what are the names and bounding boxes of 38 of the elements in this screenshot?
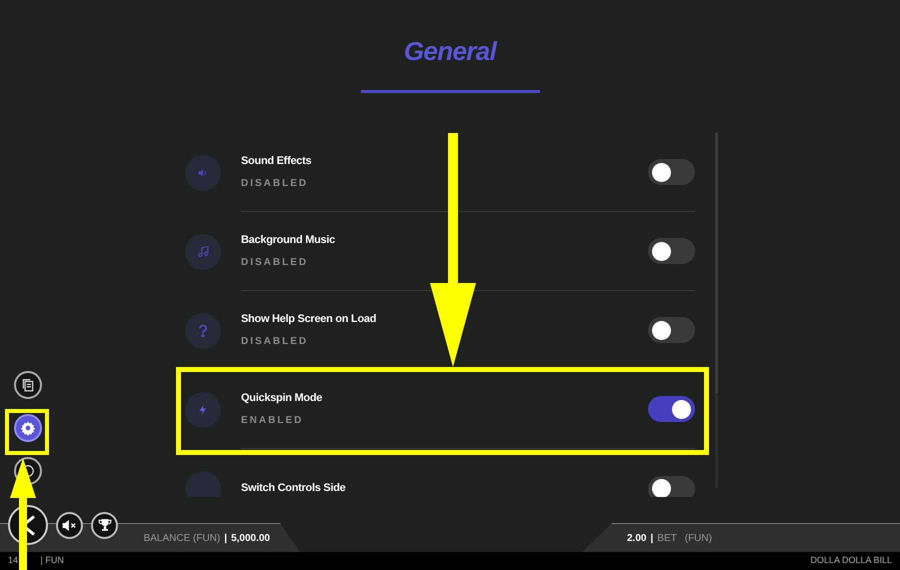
setting-status: DISABLED <box>241 336 310 346</box>
setting-label: Quickspin Mode <box>241 392 324 404</box>
toggle-switch[interactable] <box>648 317 695 343</box>
music-note-icon <box>196 245 210 258</box>
side-button[interactable] <box>14 414 42 442</box>
toggle-switch[interactable] <box>648 396 695 422</box>
balance-label: BALANCE (FUN) <box>144 532 220 546</box>
lightning-icon <box>197 402 209 416</box>
trophy-button[interactable] <box>91 512 118 538</box>
setting-label: Switch Controls Side <box>241 483 347 494</box>
clock-time: 14: <box>8 554 21 568</box>
mute-button[interactable] <box>56 512 83 538</box>
speaker-icon <box>197 166 209 178</box>
speaker-muted-icon <box>62 518 77 532</box>
bet-value: 2.00 <box>627 532 646 546</box>
separator: | <box>650 532 654 546</box>
question-mark-icon <box>199 324 207 336</box>
side-button[interactable] <box>14 371 42 399</box>
bet-label: BET <box>657 532 677 546</box>
setting-status: DISABLED <box>241 178 310 188</box>
page-title: General <box>404 38 496 64</box>
highlight-frame <box>5 409 49 455</box>
toggle-switch[interactable] <box>648 476 695 497</box>
game-name: DOLLA DOLLA BILL <box>810 554 892 568</box>
toggle-switch[interactable] <box>648 159 695 185</box>
play-mode: | FUN <box>40 554 64 568</box>
toggle-switch[interactable] <box>648 238 695 264</box>
gear-icon <box>20 420 36 436</box>
setting-label: Show Help Screen on Load <box>241 314 378 324</box>
balance-value: 5,000.00 <box>231 532 270 546</box>
setting-status: ENABLED <box>241 416 304 426</box>
setting-label: Sound Effects <box>241 156 312 166</box>
setting-label: Background Music <box>241 234 336 246</box>
bet-mode: (FUN) <box>684 532 712 546</box>
separator: | <box>224 532 228 546</box>
trophy-icon <box>98 518 112 532</box>
pages-icon <box>21 378 35 392</box>
setting-status: DISABLED <box>241 258 310 268</box>
